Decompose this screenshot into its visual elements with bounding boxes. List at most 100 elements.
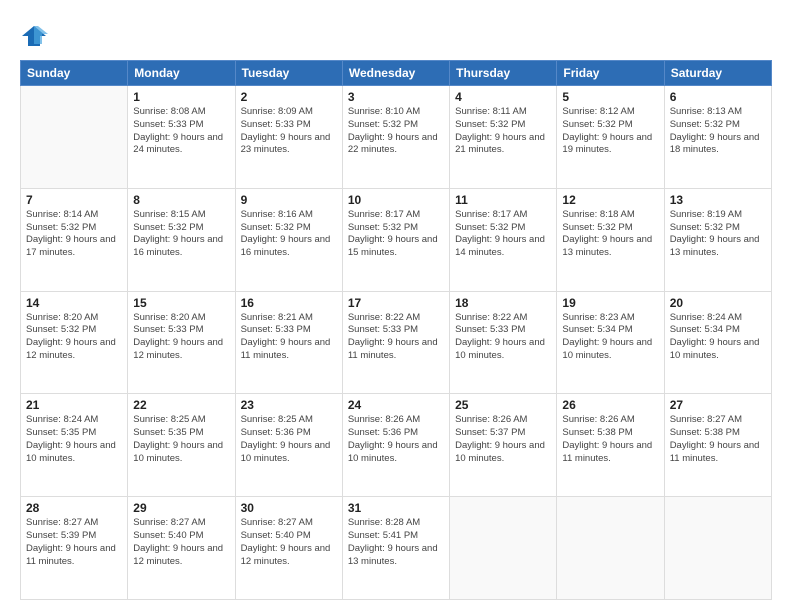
day-cell: 25 Sunrise: 8:26 AMSunset: 5:37 PMDaylig… <box>450 394 557 497</box>
day-cell: 20 Sunrise: 8:24 AMSunset: 5:34 PMDaylig… <box>664 291 771 394</box>
day-info: Sunrise: 8:28 AMSunset: 5:41 PMDaylight:… <box>348 517 438 566</box>
day-cell: 16 Sunrise: 8:21 AMSunset: 5:33 PMDaylig… <box>235 291 342 394</box>
day-number: 19 <box>562 296 658 310</box>
day-info: Sunrise: 8:23 AMSunset: 5:34 PMDaylight:… <box>562 312 652 361</box>
header <box>20 18 772 50</box>
day-cell: 22 Sunrise: 8:25 AMSunset: 5:35 PMDaylig… <box>128 394 235 497</box>
day-info: Sunrise: 8:24 AMSunset: 5:35 PMDaylight:… <box>26 414 116 463</box>
week-row: 14 Sunrise: 8:20 AMSunset: 5:32 PMDaylig… <box>21 291 772 394</box>
day-info: Sunrise: 8:22 AMSunset: 5:33 PMDaylight:… <box>348 312 438 361</box>
day-info: Sunrise: 8:19 AMSunset: 5:32 PMDaylight:… <box>670 209 760 258</box>
day-cell: 15 Sunrise: 8:20 AMSunset: 5:33 PMDaylig… <box>128 291 235 394</box>
day-cell: 24 Sunrise: 8:26 AMSunset: 5:36 PMDaylig… <box>342 394 449 497</box>
day-cell <box>664 497 771 600</box>
day-header: Tuesday <box>235 61 342 86</box>
day-number: 7 <box>26 193 122 207</box>
day-cell: 5 Sunrise: 8:12 AMSunset: 5:32 PMDayligh… <box>557 86 664 189</box>
day-info: Sunrise: 8:27 AMSunset: 5:40 PMDaylight:… <box>241 517 331 566</box>
day-cell: 1 Sunrise: 8:08 AMSunset: 5:33 PMDayligh… <box>128 86 235 189</box>
day-cell: 30 Sunrise: 8:27 AMSunset: 5:40 PMDaylig… <box>235 497 342 600</box>
day-info: Sunrise: 8:22 AMSunset: 5:33 PMDaylight:… <box>455 312 545 361</box>
day-number: 13 <box>670 193 766 207</box>
week-row: 28 Sunrise: 8:27 AMSunset: 5:39 PMDaylig… <box>21 497 772 600</box>
day-cell: 19 Sunrise: 8:23 AMSunset: 5:34 PMDaylig… <box>557 291 664 394</box>
day-cell: 12 Sunrise: 8:18 AMSunset: 5:32 PMDaylig… <box>557 188 664 291</box>
day-cell: 18 Sunrise: 8:22 AMSunset: 5:33 PMDaylig… <box>450 291 557 394</box>
logo <box>20 22 52 50</box>
week-row: 7 Sunrise: 8:14 AMSunset: 5:32 PMDayligh… <box>21 188 772 291</box>
day-number: 14 <box>26 296 122 310</box>
day-info: Sunrise: 8:17 AMSunset: 5:32 PMDaylight:… <box>348 209 438 258</box>
day-info: Sunrise: 8:27 AMSunset: 5:40 PMDaylight:… <box>133 517 223 566</box>
day-info: Sunrise: 8:15 AMSunset: 5:32 PMDaylight:… <box>133 209 223 258</box>
day-header: Sunday <box>21 61 128 86</box>
day-number: 5 <box>562 90 658 104</box>
day-number: 1 <box>133 90 229 104</box>
day-cell: 4 Sunrise: 8:11 AMSunset: 5:32 PMDayligh… <box>450 86 557 189</box>
day-cell: 14 Sunrise: 8:20 AMSunset: 5:32 PMDaylig… <box>21 291 128 394</box>
day-cell <box>557 497 664 600</box>
day-cell: 9 Sunrise: 8:16 AMSunset: 5:32 PMDayligh… <box>235 188 342 291</box>
day-cell: 29 Sunrise: 8:27 AMSunset: 5:40 PMDaylig… <box>128 497 235 600</box>
day-number: 9 <box>241 193 337 207</box>
week-row: 1 Sunrise: 8:08 AMSunset: 5:33 PMDayligh… <box>21 86 772 189</box>
day-number: 10 <box>348 193 444 207</box>
day-number: 27 <box>670 398 766 412</box>
day-info: Sunrise: 8:16 AMSunset: 5:32 PMDaylight:… <box>241 209 331 258</box>
day-number: 4 <box>455 90 551 104</box>
day-number: 29 <box>133 501 229 515</box>
day-number: 23 <box>241 398 337 412</box>
day-number: 16 <box>241 296 337 310</box>
day-info: Sunrise: 8:10 AMSunset: 5:32 PMDaylight:… <box>348 106 438 155</box>
day-cell <box>21 86 128 189</box>
day-number: 26 <box>562 398 658 412</box>
day-number: 2 <box>241 90 337 104</box>
day-cell: 13 Sunrise: 8:19 AMSunset: 5:32 PMDaylig… <box>664 188 771 291</box>
day-cell: 23 Sunrise: 8:25 AMSunset: 5:36 PMDaylig… <box>235 394 342 497</box>
day-cell: 10 Sunrise: 8:17 AMSunset: 5:32 PMDaylig… <box>342 188 449 291</box>
day-cell: 26 Sunrise: 8:26 AMSunset: 5:38 PMDaylig… <box>557 394 664 497</box>
day-info: Sunrise: 8:24 AMSunset: 5:34 PMDaylight:… <box>670 312 760 361</box>
day-info: Sunrise: 8:09 AMSunset: 5:33 PMDaylight:… <box>241 106 331 155</box>
day-cell: 11 Sunrise: 8:17 AMSunset: 5:32 PMDaylig… <box>450 188 557 291</box>
day-info: Sunrise: 8:12 AMSunset: 5:32 PMDaylight:… <box>562 106 652 155</box>
day-info: Sunrise: 8:20 AMSunset: 5:33 PMDaylight:… <box>133 312 223 361</box>
day-header: Friday <box>557 61 664 86</box>
day-cell <box>450 497 557 600</box>
logo-icon <box>20 22 48 50</box>
day-number: 8 <box>133 193 229 207</box>
day-number: 15 <box>133 296 229 310</box>
day-info: Sunrise: 8:20 AMSunset: 5:32 PMDaylight:… <box>26 312 116 361</box>
day-number: 21 <box>26 398 122 412</box>
day-header: Saturday <box>664 61 771 86</box>
day-cell: 27 Sunrise: 8:27 AMSunset: 5:38 PMDaylig… <box>664 394 771 497</box>
calendar: SundayMondayTuesdayWednesdayThursdayFrid… <box>20 60 772 600</box>
day-info: Sunrise: 8:25 AMSunset: 5:36 PMDaylight:… <box>241 414 331 463</box>
day-cell: 31 Sunrise: 8:28 AMSunset: 5:41 PMDaylig… <box>342 497 449 600</box>
day-cell: 3 Sunrise: 8:10 AMSunset: 5:32 PMDayligh… <box>342 86 449 189</box>
day-number: 20 <box>670 296 766 310</box>
day-number: 30 <box>241 501 337 515</box>
day-number: 22 <box>133 398 229 412</box>
day-number: 6 <box>670 90 766 104</box>
day-header: Monday <box>128 61 235 86</box>
day-info: Sunrise: 8:08 AMSunset: 5:33 PMDaylight:… <box>133 106 223 155</box>
day-info: Sunrise: 8:26 AMSunset: 5:38 PMDaylight:… <box>562 414 652 463</box>
day-number: 11 <box>455 193 551 207</box>
day-cell: 21 Sunrise: 8:24 AMSunset: 5:35 PMDaylig… <box>21 394 128 497</box>
day-number: 12 <box>562 193 658 207</box>
day-cell: 2 Sunrise: 8:09 AMSunset: 5:33 PMDayligh… <box>235 86 342 189</box>
day-info: Sunrise: 8:21 AMSunset: 5:33 PMDaylight:… <box>241 312 331 361</box>
day-number: 17 <box>348 296 444 310</box>
day-cell: 6 Sunrise: 8:13 AMSunset: 5:32 PMDayligh… <box>664 86 771 189</box>
page: SundayMondayTuesdayWednesdayThursdayFrid… <box>0 0 792 612</box>
day-info: Sunrise: 8:14 AMSunset: 5:32 PMDaylight:… <box>26 209 116 258</box>
day-info: Sunrise: 8:18 AMSunset: 5:32 PMDaylight:… <box>562 209 652 258</box>
day-number: 24 <box>348 398 444 412</box>
day-number: 25 <box>455 398 551 412</box>
day-info: Sunrise: 8:13 AMSunset: 5:32 PMDaylight:… <box>670 106 760 155</box>
day-cell: 17 Sunrise: 8:22 AMSunset: 5:33 PMDaylig… <box>342 291 449 394</box>
day-info: Sunrise: 8:11 AMSunset: 5:32 PMDaylight:… <box>455 106 545 155</box>
day-number: 28 <box>26 501 122 515</box>
day-info: Sunrise: 8:26 AMSunset: 5:36 PMDaylight:… <box>348 414 438 463</box>
